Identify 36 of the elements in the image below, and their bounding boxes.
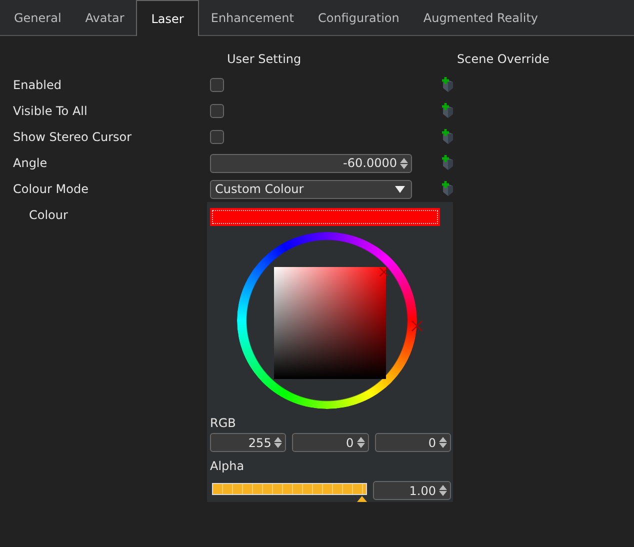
- rgb-label: RGB: [210, 416, 237, 430]
- tab[interactable]: Laser: [136, 0, 199, 36]
- number-field[interactable]: -60.0000: [210, 154, 412, 172]
- tab[interactable]: Configuration: [306, 1, 412, 35]
- number-field[interactable]: 255: [210, 433, 286, 452]
- cross-marker-icon: [379, 267, 389, 277]
- caret-icon: [395, 186, 405, 192]
- saturation-square[interactable]: [274, 267, 386, 379]
- dropdown[interactable]: Custom Colour: [210, 180, 412, 198]
- spin-arrows-icon: [274, 437, 282, 448]
- setting-label: Visible To All: [13, 104, 88, 118]
- alpha-slider[interactable]: [212, 483, 367, 502]
- tab[interactable]: Enhancement: [198, 1, 306, 35]
- cross-marker-icon: [411, 320, 423, 332]
- tab[interactable]: Augmented Reality: [411, 1, 550, 35]
- spin-arrows-icon: [356, 437, 365, 448]
- tab[interactable]: General: [2, 1, 74, 35]
- spin-arrows-icon: [438, 437, 447, 448]
- tab[interactable]: Avatar: [73, 1, 136, 35]
- setting-label: Angle: [13, 156, 48, 170]
- setting-label: Enabled: [13, 78, 62, 92]
- spin-arrows-icon: [400, 158, 408, 168]
- setting-label: Show Stereo Cursor: [13, 130, 133, 144]
- setting-label: Colour: [28, 208, 69, 222]
- checkbox[interactable]: [210, 130, 224, 144]
- checkbox[interactable]: [210, 104, 224, 118]
- column-header: Scene Override: [456, 52, 550, 66]
- number-field[interactable]: 0: [374, 433, 451, 452]
- number-field[interactable]: 0: [292, 433, 369, 452]
- spin-arrows-icon: [439, 485, 447, 496]
- alpha-label: Alpha: [210, 459, 246, 473]
- checkbox[interactable]: [210, 78, 224, 92]
- number-field[interactable]: 1.00: [373, 481, 451, 500]
- setting-label: Colour Mode: [13, 182, 90, 196]
- colour-swatch[interactable]: [210, 208, 440, 226]
- column-header: User Setting: [226, 52, 302, 66]
